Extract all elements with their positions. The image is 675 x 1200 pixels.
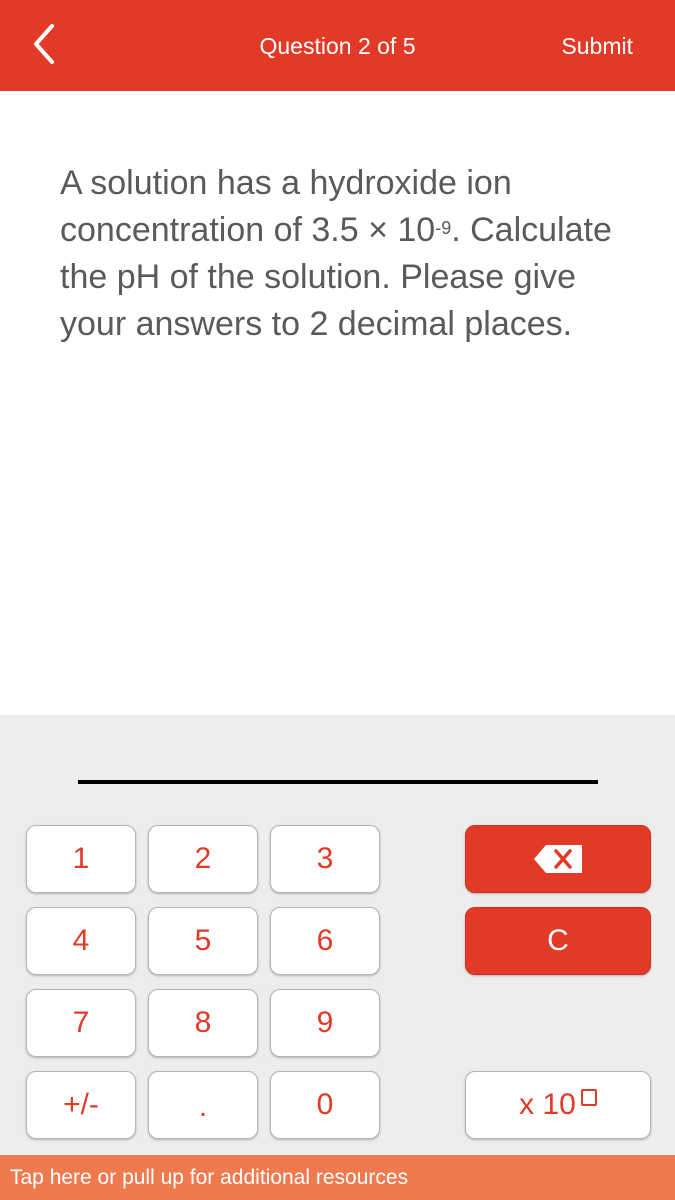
times-ten-label: x 10 bbox=[519, 1088, 597, 1122]
top-bar: Question 2 of 5 Submit bbox=[0, 0, 675, 91]
key-nine[interactable]: 9 bbox=[270, 989, 380, 1057]
key-one[interactable]: 1 bbox=[26, 825, 136, 893]
key-plus-minus[interactable]: +/- bbox=[26, 1071, 136, 1139]
key-decimal[interactable]: . bbox=[148, 1071, 258, 1139]
key-zero[interactable]: 0 bbox=[270, 1071, 380, 1139]
answer-input[interactable] bbox=[78, 780, 598, 784]
key-four[interactable]: 4 bbox=[26, 907, 136, 975]
backspace-button[interactable] bbox=[465, 825, 651, 893]
key-eight[interactable]: 8 bbox=[148, 989, 258, 1057]
key-six[interactable]: 6 bbox=[270, 907, 380, 975]
question-text: A solution has a hydroxide ion concentra… bbox=[60, 160, 640, 348]
key-five[interactable]: 5 bbox=[148, 907, 258, 975]
times-ten-text: x 10 bbox=[519, 1088, 576, 1121]
times-ten-button[interactable]: x 10 bbox=[465, 1071, 651, 1139]
key-three[interactable]: 3 bbox=[270, 825, 380, 893]
resources-bar[interactable]: Tap here or pull up for additional resou… bbox=[0, 1155, 675, 1200]
submit-button[interactable]: Submit bbox=[561, 33, 633, 60]
question-counter: Question 2 of 5 bbox=[259, 33, 416, 59]
clear-button[interactable]: C bbox=[465, 907, 651, 975]
backspace-icon bbox=[534, 845, 582, 873]
question-exponent: -9 bbox=[435, 218, 452, 238]
key-seven[interactable]: 7 bbox=[26, 989, 136, 1057]
key-two[interactable]: 2 bbox=[148, 825, 258, 893]
exponent-box-icon bbox=[580, 1088, 597, 1106]
